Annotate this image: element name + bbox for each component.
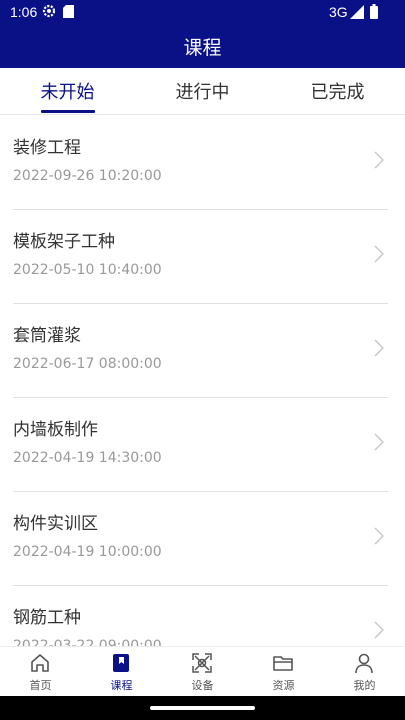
nav-devices[interactable]: 设备	[162, 647, 243, 697]
course-time: 2022-06-17 08:00:00	[13, 356, 162, 372]
course-title: 装修工程	[13, 138, 81, 158]
tab-bar: 未开始 进行中 已完成	[0, 68, 405, 115]
nav-resources[interactable]: 资源	[243, 647, 324, 697]
nav-devices-label: 设备	[191, 679, 214, 692]
bottom-navigation: 首页 课程 设备 资源 我的	[0, 646, 405, 697]
course-list-item[interactable]: 构件实训区 2022-04-19 10:00:00	[13, 491, 388, 586]
course-title: 模板架子工种	[13, 232, 115, 252]
course-title: 内墙板制作	[13, 420, 98, 440]
course-list-item[interactable]: 装修工程 2022-09-26 10:20:00	[13, 115, 388, 210]
nav-resources-label: 资源	[272, 679, 295, 692]
chevron-right-icon	[374, 527, 384, 545]
status-bar: 1:06 3G	[0, 0, 405, 24]
course-list: 装修工程 2022-09-26 10:20:00 模板架子工种 2022-05-…	[0, 115, 405, 646]
tab-completed[interactable]: 已完成	[270, 68, 405, 114]
tab-active-indicator	[41, 110, 95, 113]
book-icon	[113, 654, 129, 672]
system-navigation-bar	[0, 696, 405, 720]
course-title: 套筒灌浆	[13, 326, 81, 346]
sd-card-icon	[63, 5, 74, 18]
person-icon	[355, 653, 373, 674]
course-time: 2022-04-19 14:30:00	[13, 450, 162, 466]
home-icon	[31, 654, 49, 672]
chevron-right-icon	[374, 433, 384, 451]
nav-courses-label: 课程	[110, 679, 133, 692]
battery-icon	[370, 4, 378, 19]
chevron-right-icon	[374, 245, 384, 263]
course-time: 2022-03-22 09:00:00	[13, 638, 162, 646]
course-title: 构件实训区	[13, 514, 98, 534]
course-time: 2022-05-10 10:40:00	[13, 262, 162, 278]
chevron-right-icon	[374, 621, 384, 639]
settings-gear-icon	[42, 4, 56, 18]
home-gesture-handle[interactable]	[150, 706, 255, 710]
course-list-item[interactable]: 内墙板制作 2022-04-19 14:30:00	[13, 397, 388, 492]
status-time: 1:06	[10, 4, 38, 20]
course-list-item[interactable]: 模板架子工种 2022-05-10 10:40:00	[13, 209, 388, 304]
chevron-right-icon	[374, 151, 384, 169]
device-icon	[192, 653, 212, 673]
course-time: 2022-09-26 10:20:00	[13, 168, 162, 184]
folder-icon	[273, 656, 293, 671]
nav-home-label: 首页	[29, 679, 52, 692]
course-title: 钢筋工种	[13, 608, 81, 628]
course-time: 2022-04-19 10:00:00	[13, 544, 162, 560]
tab-not-started[interactable]: 未开始	[0, 68, 135, 114]
nav-courses[interactable]: 课程	[81, 647, 162, 697]
tab-in-progress[interactable]: 进行中	[135, 68, 270, 114]
network-type: 3G	[329, 4, 348, 20]
course-list-item[interactable]: 套筒灌浆 2022-06-17 08:00:00	[13, 303, 388, 398]
nav-home[interactable]: 首页	[0, 647, 81, 697]
page-title: 课程	[0, 24, 405, 68]
chevron-right-icon	[374, 339, 384, 357]
course-list-item[interactable]: 钢筋工种 2022-03-22 09:00:00	[13, 585, 388, 646]
nav-mine-label: 我的	[353, 679, 376, 692]
nav-mine[interactable]: 我的	[324, 647, 405, 697]
signal-icon	[350, 5, 364, 19]
